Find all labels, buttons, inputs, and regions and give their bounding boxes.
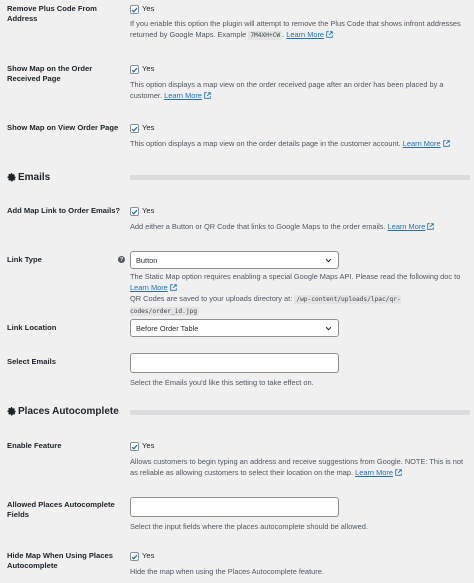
map-view-order-checkbox[interactable] — [130, 124, 139, 133]
hide-map-description: Hide the map when using the Places Autoc… — [130, 567, 324, 576]
section-divider — [130, 175, 470, 180]
plus-code-label: Remove Plus Code From Address — [7, 4, 97, 23]
chevron-down-icon — [325, 258, 332, 263]
link-location-selected-value: Before Order Table — [136, 323, 199, 333]
checkmark-icon — [131, 209, 138, 215]
external-link-icon — [427, 223, 435, 230]
link-location-label: Link Location — [7, 323, 57, 332]
map-view-order-description: This option displays a map view on the o… — [130, 139, 468, 150]
allowed-fields-input[interactable] — [130, 497, 339, 517]
select-emails-label: Select Emails — [7, 357, 56, 366]
emails-section-label: Emails — [18, 172, 51, 183]
plus-code-description: If you enable this option the plugin wil… — [130, 19, 461, 40]
select-emails-description: Select the Emails you'd like this settin… — [130, 378, 314, 387]
enable-feature-learn-more-link[interactable]: Learn More — [355, 468, 393, 477]
plus-code-checkbox-label: Yes — [142, 4, 155, 13]
external-link-icon — [326, 30, 333, 38]
map-view-order-label: Show Map on View Order Page — [7, 123, 119, 132]
qr-code-path-description: QR Codes are saved to your uploads direc… — [130, 294, 468, 317]
hide-map-checkbox[interactable] — [130, 552, 139, 561]
map-order-received-checkbox[interactable] — [130, 65, 139, 74]
add-map-link-checkbox[interactable] — [130, 207, 139, 216]
checkmark-icon — [131, 126, 138, 132]
enable-feature-description: Allows customers to begin typing an addr… — [130, 457, 468, 478]
link-location-select[interactable]: Before Order Table — [130, 319, 339, 337]
plus-code-example: 7M4XH+CW — [248, 30, 283, 40]
checkmark-icon — [131, 67, 138, 73]
checkmark-icon — [131, 554, 138, 560]
plus-code-checkbox[interactable] — [130, 5, 139, 14]
map-order-received-description: This option displays a map view on the o… — [130, 80, 468, 101]
link-type-select[interactable]: Button — [130, 251, 339, 269]
map-view-order-desc-text: This option displays a map view on the o… — [130, 139, 401, 148]
map-order-received-checkbox-label: Yes — [142, 64, 155, 73]
add-map-link-learn-more-link[interactable]: Learn More — [388, 222, 426, 231]
enable-feature-checkbox-label: Yes — [142, 441, 155, 450]
places-section-title: Places Autocomplete — [7, 406, 119, 418]
map-view-order-checkbox-label: Yes — [142, 123, 155, 132]
map-order-received-learn-more-link[interactable]: Learn More — [164, 91, 202, 100]
hide-map-checkbox-label: Yes — [142, 551, 155, 560]
external-link-icon — [395, 468, 402, 476]
link-type-selected-value: Button — [136, 255, 158, 265]
checkmark-icon — [131, 444, 138, 450]
external-link-icon — [170, 283, 177, 291]
map-view-order-learn-more-link[interactable]: Learn More — [403, 139, 441, 148]
select-emails-input[interactable] — [130, 353, 339, 373]
help-icon[interactable]: ? — [118, 256, 125, 263]
add-map-link-label: Add Map Link to Order Emails? — [7, 206, 121, 215]
link-type-desc-text: The Static Map option requires enabling … — [130, 272, 461, 281]
enable-feature-label: Enable Feature — [7, 441, 62, 450]
enable-feature-checkbox[interactable] — [130, 442, 139, 451]
allowed-fields-description: Select the input fields where the places… — [130, 522, 368, 531]
checkmark-icon — [131, 7, 138, 13]
places-section-label: Places Autocomplete — [18, 406, 119, 417]
emails-section-title: Emails — [7, 172, 50, 184]
add-map-link-description: Add either a Button or QR Code that link… — [130, 222, 468, 233]
link-type-description: The Static Map option requires enabling … — [130, 272, 468, 293]
enable-feature-desc-text: Allows customers to begin typing an addr… — [130, 457, 464, 477]
link-type-label: Link Type — [7, 255, 42, 264]
link-type-learn-more-link[interactable]: Learn More — [130, 283, 168, 292]
plus-code-learn-more-link[interactable]: Learn More — [286, 30, 324, 39]
section-divider — [130, 410, 470, 415]
gear-icon — [7, 407, 16, 416]
map-order-received-label: Show Map on the Order Received Page — [7, 64, 93, 83]
add-map-link-desc-text: Add either a Button or QR Code that link… — [130, 222, 386, 231]
add-map-link-checkbox-label: Yes — [142, 206, 155, 215]
gear-icon — [7, 173, 16, 182]
allowed-fields-label: Allowed Places Autocomplete Fields — [7, 500, 115, 519]
external-link-icon — [204, 91, 211, 99]
hide-map-label: Hide Map When Using Places Autocomplete — [7, 551, 113, 570]
qr-code-desc-text: QR Codes are saved to your uploads direc… — [130, 294, 293, 303]
chevron-down-icon — [325, 326, 332, 331]
external-link-icon — [442, 140, 450, 147]
